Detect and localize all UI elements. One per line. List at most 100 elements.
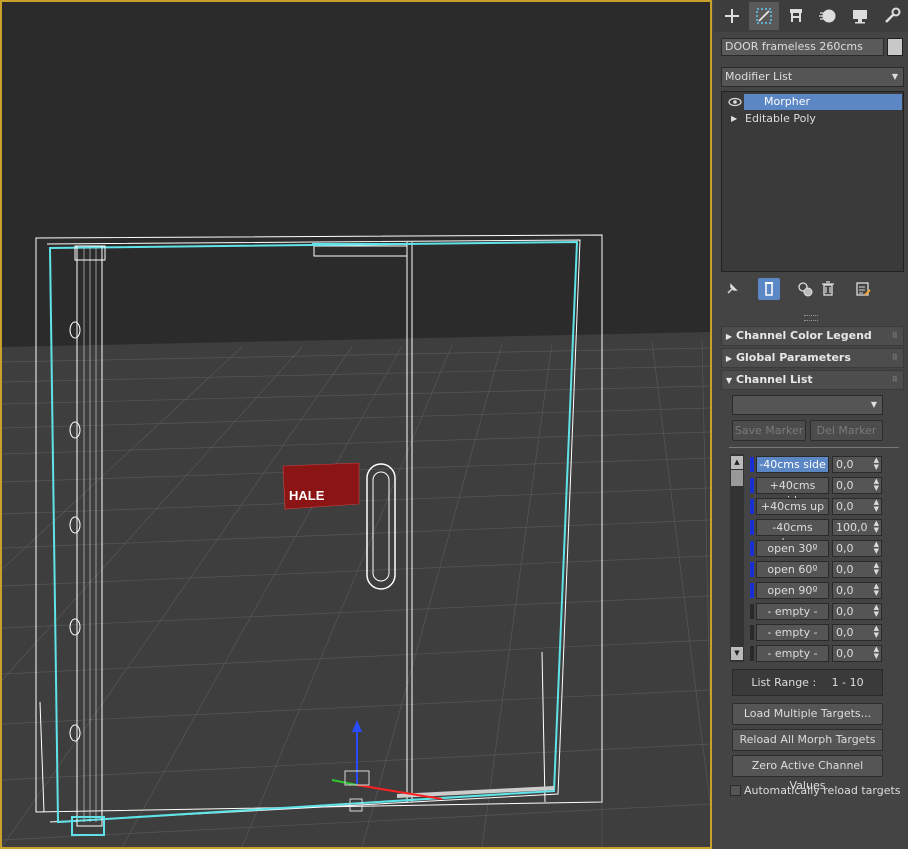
spinner-arrows-icon[interactable]: ▲ ▼ [874,646,879,660]
channel-value-spinner[interactable]: 0,0 ▲ ▼ [832,645,882,662]
auto-reload-checkbox[interactable] [730,785,741,796]
modifier-stack[interactable]: Morpher ▶ Editable Poly [721,91,904,272]
remove-modifier-button[interactable] [817,278,839,300]
modifier-list-dropdown[interactable]: Modifier List ▼ [721,67,904,87]
pin-stack-button[interactable] [721,278,743,300]
channel-color-indicator [750,478,754,493]
rollout-title: Channel List [736,373,813,386]
load-multiple-targets-button[interactable]: Load Multiple Targets... [732,703,883,725]
scroll-thumb[interactable] [731,470,743,486]
channel-row[interactable]: - empty - 0,0 ▲ ▼ [750,645,900,662]
channel-name-button[interactable]: - empty - [756,603,829,620]
grip-icon: ⠿ [891,331,898,340]
channel-name-button[interactable]: - empty - [756,624,829,641]
spinner-arrows-icon[interactable]: ▲ ▼ [874,541,879,555]
modify-tab[interactable] [749,2,779,30]
channel-value-spinner[interactable]: 100,0 ▲ ▼ [832,519,882,536]
dropdown-arrow-icon: ▼ [870,400,877,409]
viewport-perspective[interactable]: HALE [0,0,712,849]
spinner-arrows-icon[interactable]: ▲ ▼ [874,520,879,534]
scroll-down-icon[interactable]: ▼ [731,647,743,660]
divider [729,447,899,448]
list-range-label: List Range : [751,676,817,689]
channel-row[interactable]: +40cms side 0,0 ▲▼ [750,477,900,507]
modify-icon [756,8,772,24]
spinner-arrows-icon[interactable]: ▲ ▼ [874,499,879,513]
show-end-result-icon [765,282,773,296]
panel-resize-grip[interactable] [804,315,818,321]
channel-name-button[interactable]: -40cms down [756,519,829,549]
channel-row[interactable]: +40cms up 0,0 ▲ ▼ [750,498,900,515]
channel-row[interactable]: -40cms side 0,0 ▲ ▼ [750,456,900,473]
show-end-result-button[interactable] [758,278,780,300]
channel-name-button[interactable]: +40cms side [756,477,829,507]
channel-color-indicator [750,541,754,556]
channel-value-spinner[interactable]: 0,0 ▲ ▼ [832,561,882,578]
command-panel-tabs [714,0,908,32]
channel-value: 0,0 [836,626,854,639]
create-tab[interactable] [717,2,747,30]
marker-dropdown[interactable]: ▼ [732,395,883,415]
rollout-global-parameters[interactable]: ▶ Global Parameters ⠿ [721,348,904,368]
channel-name-button[interactable]: -40cms side [756,456,829,473]
expand-triangle-icon[interactable]: ▶ [731,111,737,127]
configure-modifier-sets-button[interactable] [852,278,874,300]
channel-name-button[interactable]: +40cms up [756,498,829,515]
channel-value-spinner[interactable]: 0,0 ▲ ▼ [832,582,882,599]
list-range-value: 1 - 10 [831,676,864,689]
channel-color-indicator [750,646,754,661]
channel-value: 0,0 [836,605,854,618]
channel-row[interactable]: -40cms down 100,0 ▲▼ [750,519,900,549]
modifier-list-label: Modifier List [725,70,793,83]
sign-text: HALE [289,488,325,503]
expanded-triangle-icon: ▼ [725,376,733,385]
spinner-arrows-icon[interactable]: ▲ ▼ [874,625,879,639]
channel-row[interactable]: open 90º 0,0 ▲ ▼ [750,582,900,599]
rollout-title: Global Parameters [736,351,851,364]
channel-name-button[interactable]: open 60º [756,561,829,578]
channel-value: 0,0 [836,584,854,597]
del-marker-button[interactable]: Del Marker [810,420,883,441]
spinner-arrows-icon[interactable]: ▲ ▼ [874,457,879,471]
rollout-channel-color-legend[interactable]: ▶ Channel Color Legend ⠿ [721,326,904,346]
motion-tab[interactable] [813,2,843,30]
rollout-channel-list[interactable]: ▼ Channel List ⠿ [721,370,904,390]
channel-value-spinner[interactable]: 0,0 ▲ ▼ [832,540,882,557]
spinner-arrows-icon[interactable]: ▲ ▼ [874,604,879,618]
channel-value-spinner[interactable]: 0,0 ▲ ▼ [832,477,882,494]
spinner-arrows-icon[interactable]: ▲ ▼ [874,562,879,576]
stack-item-editable-poly[interactable]: ▶ Editable Poly [723,111,902,127]
eye-icon[interactable] [728,94,742,110]
reload-all-morph-targets-button[interactable]: Reload All Morph Targets [732,729,883,751]
utilities-tab[interactable] [877,2,907,30]
channel-color-indicator [750,457,754,472]
spinner-arrows-icon[interactable]: ▲ ▼ [874,478,879,492]
channel-row[interactable]: - empty - 0,0 ▲ ▼ [750,603,900,620]
spinner-arrows-icon[interactable]: ▲ ▼ [874,583,879,597]
display-tab[interactable] [845,2,875,30]
channel-value: 0,0 [836,563,854,576]
stack-item-morpher[interactable]: Morpher [723,94,902,110]
channel-value-spinner[interactable]: 0,0 ▲ ▼ [832,456,882,473]
channel-scrollbar[interactable]: ▲ ▼ [730,454,744,662]
channel-value-spinner[interactable]: 0,0 ▲ ▼ [832,603,882,620]
channel-row[interactable]: - empty - 0,0 ▲ ▼ [750,624,900,641]
stack-item-label: Morpher [744,94,902,110]
channel-name-button[interactable]: open 90º [756,582,829,599]
zero-active-channel-values-button[interactable]: Zero Active Channel Values [732,755,883,792]
scroll-up-icon[interactable]: ▲ [731,456,743,469]
hierarchy-tab[interactable] [781,2,811,30]
object-color-swatch[interactable] [887,38,903,56]
object-name-field[interactable]: DOOR frameless 260cms [721,38,884,56]
display-icon [853,10,867,24]
channel-value-spinner[interactable]: 0,0 ▲ ▼ [832,624,882,641]
make-unique-button[interactable] [794,278,816,300]
channel-value: 0,0 [836,479,854,492]
save-marker-button[interactable]: Save Marker [732,420,806,441]
channel-name-button[interactable]: - empty - [756,645,829,662]
scene-canvas[interactable]: HALE [2,2,710,847]
channel-row[interactable]: open 60º 0,0 ▲ ▼ [750,561,900,578]
channel-row[interactable]: open 30º 0,0 ▲ ▼ [750,540,900,557]
channel-value-spinner[interactable]: 0,0 ▲ ▼ [832,498,882,515]
channel-name-button[interactable]: open 30º [756,540,829,557]
